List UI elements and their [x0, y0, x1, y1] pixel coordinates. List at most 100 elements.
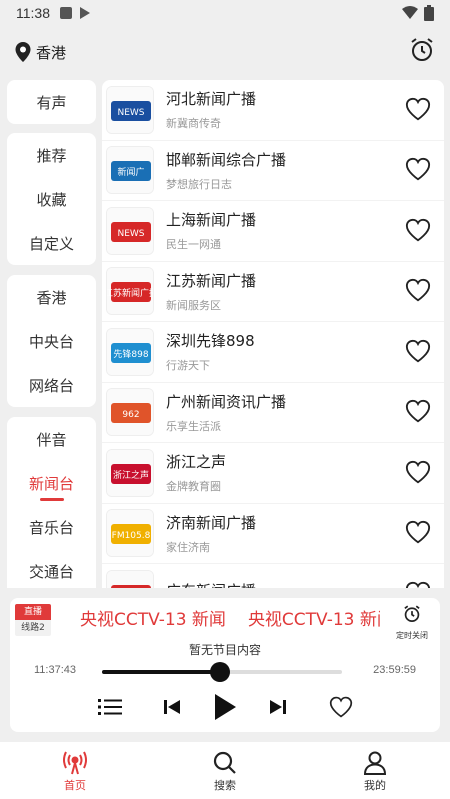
user-icon	[364, 751, 386, 775]
progress-slider[interactable]	[102, 662, 342, 682]
play-button[interactable]	[210, 690, 240, 724]
playlist-button[interactable]	[96, 690, 124, 724]
station-row[interactable]: NEWS 上海新闻广播 民生一网通	[102, 201, 444, 262]
station-title: 广东新闻广播	[166, 580, 404, 588]
station-subtitle: 乐享生活派	[166, 419, 221, 433]
category-item-accompany[interactable]: 伴音	[7, 417, 96, 461]
station-title: 上海新闻广播	[166, 211, 257, 230]
heart-icon	[405, 460, 431, 484]
program-info: 暂无节目内容	[188, 643, 261, 657]
station-logo: 浙江之声	[106, 448, 154, 497]
mini-player[interactable]: 直播 线路2 央视CCTV-13 新闻 央视CCTV-13 新闻 定时关闭 暂无节…	[10, 598, 440, 732]
timer-label: 定时关闭	[396, 631, 428, 640]
wifi-icon	[402, 6, 418, 19]
category-label: 自定义	[28, 234, 74, 253]
favorite-button[interactable]	[404, 217, 434, 245]
station-info: 上海新闻广播 民生一网通	[166, 209, 404, 252]
player-controls	[10, 690, 440, 724]
play-icon	[215, 694, 236, 720]
station-subtitle: 新冀商传奇	[166, 117, 221, 131]
battery-icon	[424, 5, 434, 21]
heart-icon	[405, 581, 431, 588]
station-row[interactable]: 浙江之声 浙江之声 金牌教育圈	[102, 443, 444, 504]
category-item-network[interactable]: 网络台	[7, 363, 96, 407]
station-info: 济南新闻广播 家住济南	[166, 512, 404, 555]
nav-search[interactable]: 搜索	[150, 742, 300, 799]
category-item[interactable]: 有声	[7, 80, 96, 124]
favorite-button[interactable]	[404, 519, 434, 547]
category-group-personal: 推荐 收藏 自定义	[7, 133, 96, 265]
category-item-central[interactable]: 中央台	[7, 319, 96, 363]
progress-knob[interactable]	[209, 662, 230, 682]
category-label: 交通台	[28, 562, 74, 581]
station-row[interactable]: 新闻广 邯郸新闻综合广播 梦想旅行日志	[102, 141, 444, 201]
station-title: 河北新闻广播	[166, 90, 257, 109]
station-logo: NEWS	[106, 85, 154, 134]
category-label: 伴音	[36, 430, 67, 449]
favorite-button[interactable]	[404, 580, 434, 588]
station-row[interactable]: 江苏新闻广播江苏新闻广播新闻服务区	[102, 262, 444, 322]
station-list: NEWS 河北新闻广播 新冀商传奇 新闻广 邯郸新闻综合广播 梦想旅行日志 NEWS 上海新闻…	[102, 80, 444, 588]
time-end: 23:59:59	[373, 664, 416, 676]
category-label: 推荐	[36, 146, 67, 165]
station-row[interactable]: 广东广东新闻广播	[102, 564, 444, 588]
heart-icon	[405, 279, 431, 302]
now-playing-title: 央视CCTV-13 新闻	[80, 610, 226, 630]
radio-broadcast-icon	[63, 751, 87, 774]
category-item-custom[interactable]: 自定义	[7, 221, 96, 265]
heart-icon	[405, 400, 431, 423]
station-logo: NEWS	[106, 206, 154, 255]
next-button[interactable]	[266, 690, 290, 724]
sleep-timer-button[interactable]: 定时关闭	[392, 604, 432, 641]
svg-text:FM105.8: FM105.8	[112, 531, 151, 541]
previous-button[interactable]	[160, 690, 184, 724]
favorite-button[interactable]	[404, 398, 434, 426]
station-info: 江苏新闻广播 新闻服务区	[166, 270, 404, 313]
nav-home[interactable]: 首页	[0, 742, 150, 799]
svg-text:NEWS: NEWS	[117, 108, 144, 118]
station-info: 浙江之声 金牌教育圈	[166, 451, 404, 494]
favorite-button[interactable]	[404, 156, 434, 184]
category-label: 有声	[36, 93, 67, 112]
time-start: 11:37:43	[34, 664, 77, 676]
station-logo: 先锋898	[106, 327, 154, 376]
category-item-music[interactable]: 音乐台	[7, 505, 96, 549]
station-row[interactable]: 先锋898 深圳先锋898 行游天下	[102, 322, 444, 383]
status-time: 11:38	[16, 5, 50, 21]
nav-profile[interactable]: 我的	[300, 742, 450, 799]
station-row[interactable]: FM105.8 济南新闻广播 家住济南	[102, 504, 444, 564]
station-title: 邯郸新闻综合广播	[166, 150, 287, 169]
nav-profile-label: 我的	[364, 778, 386, 792]
favorite-button[interactable]	[326, 690, 356, 724]
svg-text:浙江之声: 浙江之声	[113, 469, 149, 481]
category-group-type: 伴音 新闻台 音乐台 交通台	[7, 417, 96, 588]
station-logo: 江苏新闻广播	[106, 267, 154, 316]
category-item-hongkong[interactable]: 香港	[7, 275, 96, 319]
svg-text:先锋898: 先锋898	[113, 348, 148, 360]
station-title: 广州新闻资讯广播	[166, 392, 287, 411]
favorite-button[interactable]	[404, 277, 434, 305]
station-row[interactable]: NEWS 河北新闻广播新冀商传奇	[102, 80, 444, 141]
line-label: 线路2	[15, 620, 51, 636]
live-badge[interactable]: 直播 线路2	[15, 604, 51, 636]
station-info: 河北新闻广播新冀商传奇	[166, 88, 404, 131]
alarm-button[interactable]	[408, 36, 436, 68]
category-item-favorites[interactable]: 收藏	[7, 177, 96, 221]
favorite-button[interactable]	[404, 338, 434, 366]
favorite-button[interactable]	[404, 459, 434, 487]
category-label: 新闻台	[28, 474, 74, 493]
category-item-recommend[interactable]: 推荐	[7, 133, 96, 177]
station-subtitle: 梦想旅行日志	[166, 177, 232, 191]
favorite-button[interactable]	[404, 96, 434, 124]
station-subtitle: 金牌教育圈	[166, 480, 221, 494]
heart-icon	[405, 218, 431, 242]
skip-next-icon	[270, 700, 286, 714]
location-selector[interactable]: 香港	[14, 41, 66, 63]
category-label: 香港	[36, 288, 67, 307]
category-item-traffic[interactable]: 交通台	[7, 549, 96, 593]
station-info: 深圳先锋898 行游天下	[166, 330, 404, 373]
station-subtitle: 新闻服务区	[166, 298, 221, 312]
station-row[interactable]: 962 广州新闻资讯广播 乐享生活派	[102, 383, 444, 443]
station-logo: FM105.8	[106, 509, 154, 558]
category-item-news[interactable]: 新闻台	[7, 461, 96, 505]
